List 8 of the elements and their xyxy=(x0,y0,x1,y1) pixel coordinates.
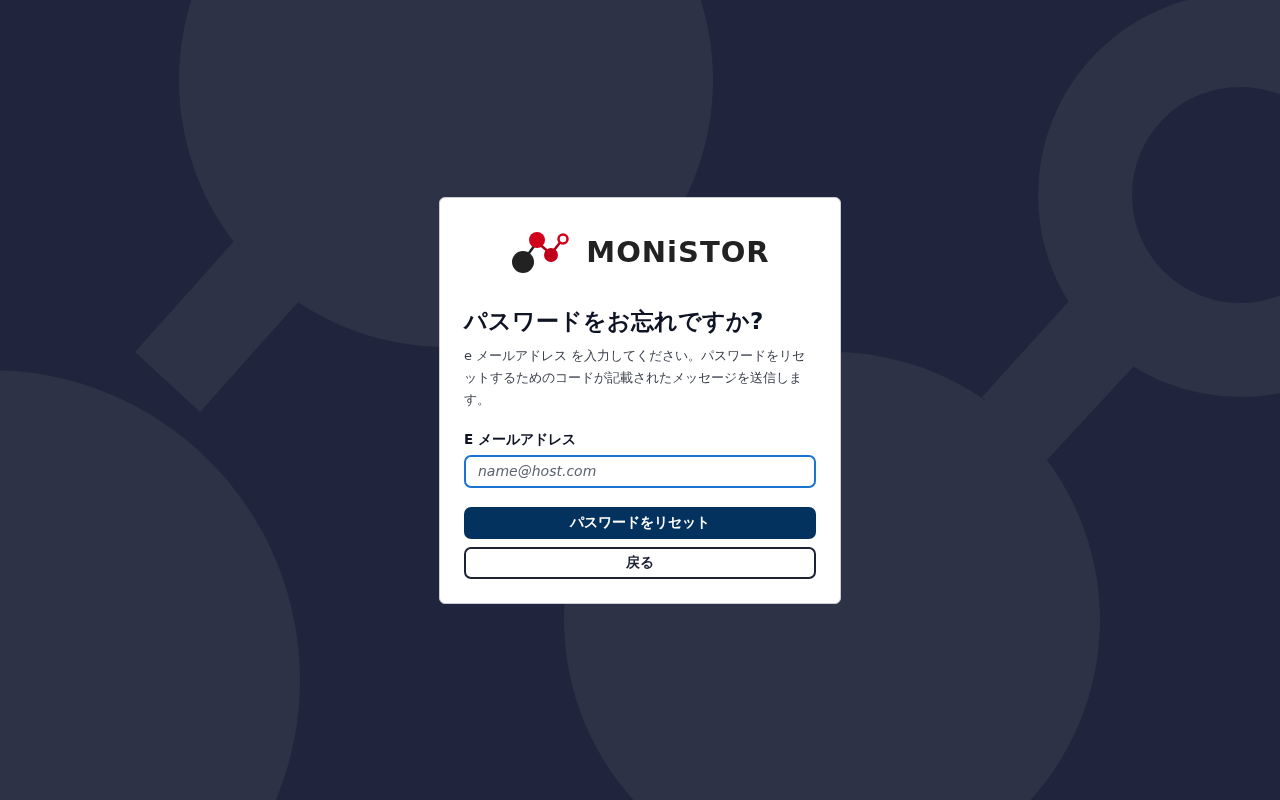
logo-text: MONiSTOR xyxy=(586,234,770,269)
molecule-icon xyxy=(510,229,571,274)
email-field[interactable]: name@host.com xyxy=(464,454,816,488)
description: e メールアドレス を入力してください。パスワードをリセットするためのコードが記載されたメッセージを送信します。 xyxy=(464,346,807,409)
back-button[interactable]: 戻る xyxy=(464,546,816,579)
field-label: E メールアドレス xyxy=(464,430,577,449)
reset-button[interactable]: パスワードをリセット xyxy=(464,506,816,539)
page-title: パスワードをお忘れですか? xyxy=(464,306,765,336)
